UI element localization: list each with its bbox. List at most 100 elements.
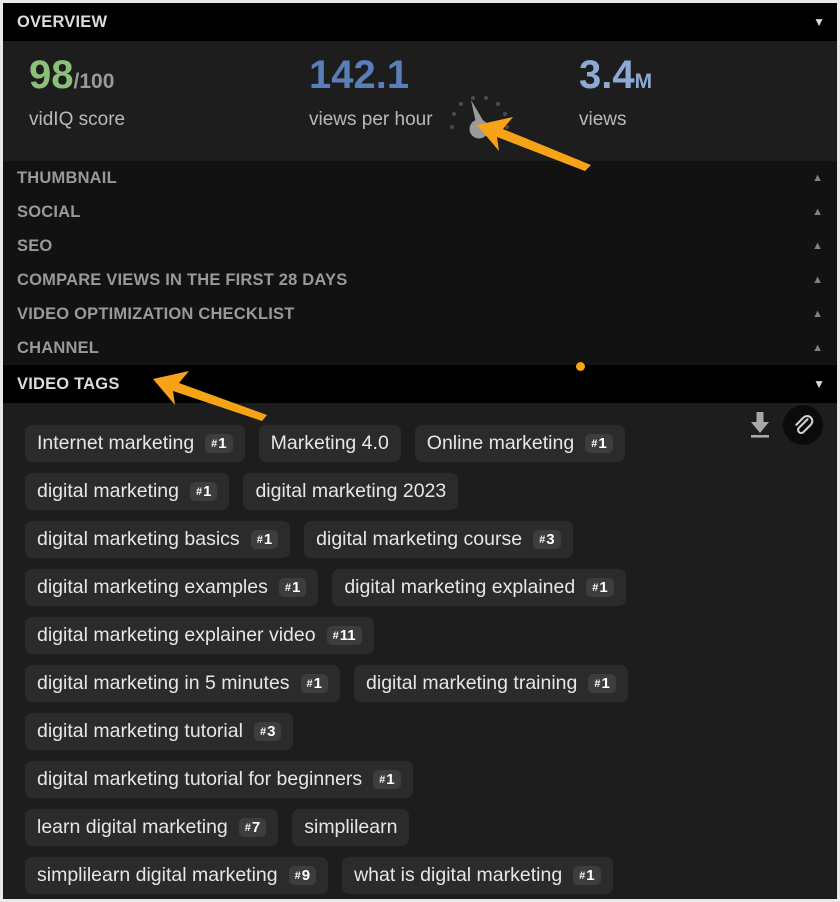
tag-chip[interactable]: digital marketing #1: [25, 473, 230, 510]
tag-rank-value: 1: [291, 579, 301, 596]
stat-value-group: 142.1: [309, 55, 579, 95]
video-tags-title: VIDEO TAGS: [17, 374, 120, 393]
section-row-label: SOCIAL: [17, 202, 81, 221]
tag-chip[interactable]: Marketing 4.0: [258, 425, 401, 462]
tag-rank-badge: #1: [278, 578, 307, 597]
hash-symbol: #: [332, 630, 339, 642]
tag-rank-badge: #1: [586, 578, 614, 597]
tag-chip[interactable]: digital marketing course #3: [304, 521, 573, 558]
tag-rank-badge: #1: [300, 674, 329, 693]
chevron-down-icon[interactable]: ▼: [813, 378, 825, 390]
tag-chip[interactable]: digital marketing tutorial for beginners…: [25, 761, 413, 798]
tag-chip[interactable]: Online marketing #1: [414, 425, 625, 462]
section-row-video-optimization-checklist[interactable]: VIDEO OPTIMIZATION CHECKLIST ▲: [3, 297, 837, 331]
tag-rank-value: 1: [599, 579, 608, 596]
chevron-up-icon[interactable]: ▲: [812, 342, 823, 354]
tag-chip[interactable]: digital marketing in 5 minutes #1: [25, 665, 341, 702]
tag-row: digital marketing explainer video #11: [25, 617, 823, 654]
tag-label: digital marketing: [37, 480, 179, 502]
section-row-seo[interactable]: SEO ▲: [3, 229, 837, 263]
stat-value-group: 3.4M: [579, 55, 652, 95]
tag-label: Internet marketing: [37, 432, 195, 454]
section-row-label: VIDEO OPTIMIZATION CHECKLIST: [17, 304, 295, 323]
tag-chip[interactable]: simplilearn digital marketing #9: [25, 857, 329, 894]
tag-rank-badge: #1: [189, 482, 218, 501]
tag-chip[interactable]: digital marketing 2023: [243, 473, 459, 510]
tag-rank-badge: #1: [205, 434, 233, 453]
tag-rank-value: 7: [251, 819, 261, 836]
video-tags-panel: Internet marketing #1 Marketing 4.0 Onli…: [3, 403, 837, 899]
tag-rank-badge: #9: [288, 866, 317, 885]
tag-chip[interactable]: learn digital marketing #7: [25, 809, 279, 846]
tag-chip[interactable]: simplilearn: [292, 809, 410, 846]
chevron-up-icon[interactable]: ▲: [812, 172, 823, 184]
tag-chip[interactable]: digital marketing explained #1: [332, 569, 626, 606]
tag-rank-badge: #1: [585, 434, 613, 453]
tag-chip[interactable]: digital marketing examples #1: [25, 569, 319, 606]
collapsed-sections-list: THUMBNAIL ▲ SOCIAL ▲ SEO ▲ COMPARE VIEWS…: [3, 161, 837, 365]
stat-vidiq-score: 98/100 vidIQ score: [29, 55, 309, 131]
tag-rank-badge: #3: [533, 530, 561, 549]
tag-rank-value: 1: [601, 675, 610, 692]
tag-label: digital marketing training: [366, 672, 578, 694]
download-icon[interactable]: [747, 410, 773, 440]
chevron-up-icon[interactable]: ▲: [812, 240, 823, 252]
tag-chip[interactable]: digital marketing basics #1: [25, 521, 291, 558]
stat-views-per-hour: 142.1 views per hour: [309, 55, 579, 131]
hash-symbol: #: [195, 486, 203, 498]
hash-symbol: #: [259, 726, 267, 738]
tag-rank-badge: #7: [238, 818, 267, 837]
tag-rank-badge: #3: [253, 722, 282, 741]
tag-rank-value: 3: [546, 531, 555, 548]
video-tags-toolbar: [747, 405, 823, 445]
tag-rank-value: 9: [301, 867, 311, 884]
stat-views: 3.4M views: [579, 55, 652, 131]
section-row-compare-views[interactable]: COMPARE VIEWS IN THE FIRST 28 DAYS ▲: [3, 263, 837, 297]
chevron-up-icon[interactable]: ▲: [812, 308, 823, 320]
section-header-video-tags[interactable]: VIDEO TAGS ▼: [3, 365, 837, 403]
tag-row: Internet marketing #1 Marketing 4.0 Onli…: [25, 425, 823, 462]
tag-rank-value: 1: [598, 435, 607, 452]
hash-symbol: #: [284, 582, 291, 594]
tag-label: digital marketing tutorial: [37, 720, 243, 742]
tag-chip[interactable]: digital marketing tutorial #3: [25, 713, 294, 750]
chevron-down-icon[interactable]: ▼: [813, 16, 825, 28]
tag-chip[interactable]: digital marketing training #1: [354, 665, 628, 702]
stat-suffix-views: M: [634, 70, 653, 93]
tag-label: learn digital marketing: [37, 816, 228, 838]
tag-label: digital marketing tutorial for beginners: [37, 768, 363, 790]
tag-row: digital marketing basics #1 digital mark…: [25, 521, 823, 558]
tag-rank-badge: #1: [373, 770, 401, 789]
stat-value-group: 98/100: [29, 55, 309, 95]
tag-chip[interactable]: digital marketing explainer video #11: [25, 617, 374, 654]
tag-rank-value: 3: [267, 723, 276, 740]
stat-label-vidiq-score: vidIQ score: [29, 109, 126, 130]
chevron-up-icon[interactable]: ▲: [812, 206, 823, 218]
tag-row: digital marketing examples #1 digital ma…: [25, 569, 823, 606]
tag-label: digital marketing course: [316, 528, 523, 550]
tag-chip[interactable]: Internet marketing #1: [25, 425, 245, 462]
notification-dot: [576, 362, 585, 371]
section-row-social[interactable]: SOCIAL ▲: [3, 195, 837, 229]
chevron-up-icon[interactable]: ▲: [812, 274, 823, 286]
tag-row: learn digital marketing #7 simplilearn: [25, 809, 823, 846]
tag-chip[interactable]: what is digital marketing #1: [342, 857, 613, 894]
section-header-overview[interactable]: OVERVIEW ▼: [3, 3, 837, 41]
tag-row: digital marketing tutorial for beginners…: [25, 761, 823, 798]
section-row-thumbnail[interactable]: THUMBNAIL ▲: [3, 161, 837, 195]
tag-rank-badge: #1: [573, 866, 601, 885]
tag-label: digital marketing 2023: [255, 480, 447, 502]
tag-label: digital marketing basics: [37, 528, 240, 550]
stat-value-views-per-hour: 142.1: [309, 53, 410, 97]
tag-rank-value: 1: [218, 435, 227, 452]
section-row-label: COMPARE VIEWS IN THE FIRST 28 DAYS: [17, 270, 348, 289]
tag-rank-value: 1: [386, 771, 395, 788]
tag-rank-value: 11: [339, 627, 356, 644]
section-row-channel[interactable]: CHANNEL ▲: [3, 331, 837, 365]
video-tags-list: Internet marketing #1 Marketing 4.0 Onli…: [3, 425, 837, 894]
paperclip-button[interactable]: [783, 405, 823, 445]
tag-label: simplilearn digital marketing: [37, 864, 278, 886]
tag-label: digital marketing explainer video: [37, 624, 316, 646]
tag-row: digital marketing #1 digital marketing 2…: [25, 473, 823, 510]
hash-symbol: #: [211, 438, 218, 450]
